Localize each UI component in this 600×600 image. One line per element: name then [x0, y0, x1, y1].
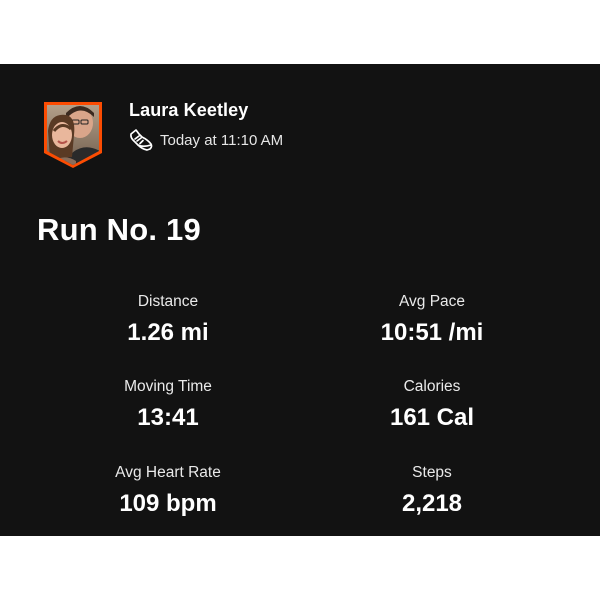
stat-label: Avg Heart Rate — [115, 464, 221, 481]
stat-value: 10:51 /mi — [380, 319, 484, 346]
stat-label: Avg Pace — [398, 293, 466, 310]
avatar-shield-icon — [44, 102, 102, 168]
stat-avg-pace: Avg Pace 10:51 /mi — [312, 292, 552, 348]
activity-meta: Today at 11:10 AM — [129, 128, 283, 152]
activity-card: Laura Keetley Today at 11:10 AM Run No. … — [0, 64, 600, 536]
stat-distance: Distance 1.26 mi — [48, 292, 288, 348]
stat-label: Steps — [412, 464, 452, 481]
stat-value: 2,218 — [401, 490, 463, 517]
stat-avg-heart-rate: Avg Heart Rate 109 bpm — [48, 463, 288, 519]
athlete-name[interactable]: Laura Keetley — [129, 100, 248, 121]
activity-title[interactable]: Run No. 19 — [37, 212, 201, 248]
stat-steps: Steps 2,218 — [312, 463, 552, 519]
stat-value: 109 bpm — [119, 490, 217, 517]
stat-moving-time: Moving Time 13:41 — [48, 377, 288, 433]
stat-label: Calories — [403, 378, 461, 395]
stat-calories: Calories 161 Cal — [312, 377, 552, 433]
stat-value: 161 Cal — [389, 404, 475, 431]
athlete-avatar[interactable] — [42, 101, 104, 169]
stat-label: Distance — [137, 293, 199, 310]
running-shoe-icon — [129, 128, 154, 152]
activity-timestamp: Today at 11:10 AM — [160, 131, 284, 149]
stat-value: 1.26 mi — [127, 319, 209, 346]
stat-value: 13:41 — [137, 404, 199, 431]
stat-label: Moving Time — [124, 378, 212, 395]
